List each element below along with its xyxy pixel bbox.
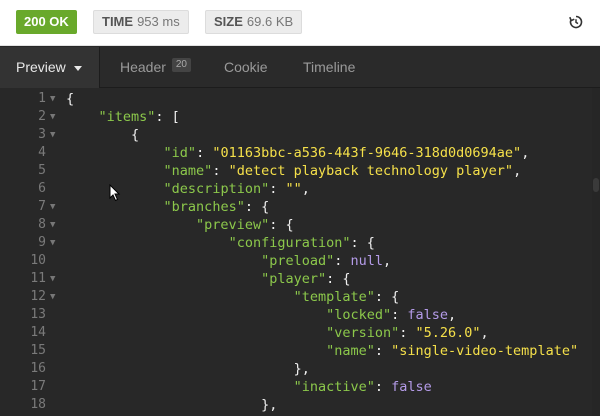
json-preview[interactable]: 1 ▼{ 2 ▼ "items": [ 3 ▼ { 4 "id": "01163bbc… (0, 88, 600, 416)
fold-arrow-icon[interactable]: ▼ (50, 198, 55, 216)
code-line: 12 ▼ "template": { (0, 288, 590, 306)
json-key: "id" (163, 145, 197, 161)
code-line: 17 "inactive": false (0, 378, 590, 396)
line-number: 2 (38, 109, 46, 124)
line-number: 18 (30, 397, 46, 412)
json-constant: false (391, 379, 432, 395)
mouse-pointer-icon (109, 184, 121, 202)
json-constant: null (350, 253, 384, 269)
line-number: 10 (30, 253, 46, 268)
json-key: "preload" (261, 253, 335, 269)
line-number: 3 (38, 127, 46, 142)
line-number: 14 (30, 325, 46, 340)
line-number: 15 (30, 343, 46, 358)
header-count-badge: 20 (171, 58, 191, 72)
history-icon[interactable] (568, 14, 584, 30)
code-line: 14 "version": "5.26.0", (0, 324, 590, 342)
fold-arrow-icon[interactable]: ▼ (50, 216, 55, 234)
code-line: 8 ▼ "preview": { (0, 216, 590, 234)
json-string: "detect playback technology player" (228, 163, 514, 179)
response-status-bar: 200 OK TIME 953 ms SIZE 69.6 KB (0, 0, 600, 46)
line-number: 11 (30, 271, 46, 286)
json-key: "player" (261, 271, 327, 287)
json-key: "items" (98, 109, 156, 125)
tab-cookie[interactable]: Cookie (224, 47, 268, 88)
fold-arrow-icon[interactable]: ▼ (50, 270, 55, 288)
code-line: 9 ▼ "configuration": { (0, 234, 590, 252)
code-line: 3 ▼ { (0, 126, 590, 144)
code-line: 13 "locked": false, (0, 306, 590, 324)
tab-preview-label: Preview (16, 59, 66, 75)
code-line: 18 }, (0, 396, 590, 414)
line-number: 17 (30, 379, 46, 394)
fold-arrow-icon[interactable]: ▼ (50, 288, 55, 306)
code-line: 10 "preload": null, (0, 252, 590, 270)
json-key: "configuration" (228, 235, 351, 251)
json-string: "" (285, 181, 302, 197)
response-time-badge: TIME 953 ms (93, 10, 189, 34)
status-code-badge: 200 OK (16, 10, 77, 34)
size-value: 69.6 KB (246, 14, 294, 29)
json-string: "01163bbc-a536-443f-9646-318d0d0694ae" (212, 145, 522, 161)
tab-header[interactable]: Header 20 (120, 47, 191, 88)
code-line: 16 }, (0, 360, 590, 378)
fold-arrow-icon[interactable]: ▼ (50, 234, 55, 252)
code-line: 7 ▼ "branches": { (0, 198, 590, 216)
tab-timeline[interactable]: Timeline (303, 47, 355, 88)
code-scrollbar[interactable] (592, 88, 600, 416)
line-number: 1 (38, 91, 46, 106)
line-number: 16 (30, 361, 46, 376)
code-line: 5 "name": "detect playback technology pl… (0, 162, 590, 180)
fold-arrow-icon[interactable]: ▼ (50, 126, 55, 144)
json-key: "description" (163, 181, 270, 197)
chevron-down-icon[interactable] (73, 65, 82, 71)
fold-arrow-icon[interactable]: ▼ (50, 108, 55, 126)
code-line: 15 "name": "single-video-template" (0, 342, 590, 360)
fold-arrow-icon[interactable]: ▼ (50, 90, 55, 108)
json-key: "version" (326, 325, 400, 341)
line-number: 5 (38, 163, 46, 178)
json-key: "locked" (326, 307, 392, 323)
scrollbar-thumb[interactable] (593, 178, 599, 192)
code-line: 1 ▼{ (0, 90, 590, 108)
tab-preview[interactable]: Preview (0, 47, 100, 88)
json-key: "template" (293, 289, 375, 305)
line-number: 4 (38, 145, 46, 160)
time-label: TIME (102, 14, 134, 29)
code-line: 2 ▼ "items": [ (0, 108, 590, 126)
line-number: 12 (30, 289, 46, 304)
code-line: 6 "description": "", (0, 180, 590, 198)
line-number: 7 (38, 199, 46, 214)
size-label: SIZE (214, 14, 243, 29)
code-line: 4 "id": "01163bbc-a536-443f-9646-318d0d0… (0, 144, 590, 162)
line-number: 9 (38, 235, 46, 250)
json-key: "name" (326, 343, 375, 359)
time-value: 953 ms (137, 14, 180, 29)
json-constant: false (407, 307, 449, 323)
json-key: "branches" (163, 199, 245, 215)
line-number: 6 (38, 181, 46, 196)
json-key: "inactive" (293, 379, 375, 395)
code-line: 11 ▼ "player": { (0, 270, 590, 288)
line-number: 13 (30, 307, 46, 322)
json-string: "5.26.0" (415, 325, 481, 341)
response-size-badge: SIZE 69.6 KB (205, 10, 303, 34)
json-key: "preview" (196, 217, 270, 233)
tab-header-label: Header (120, 59, 166, 75)
line-number: 8 (38, 217, 46, 232)
json-string: "single-video-template" (391, 343, 579, 359)
response-tabs: Preview Header 20 Cookie Timeline (0, 47, 600, 88)
json-key: "name" (163, 163, 213, 179)
